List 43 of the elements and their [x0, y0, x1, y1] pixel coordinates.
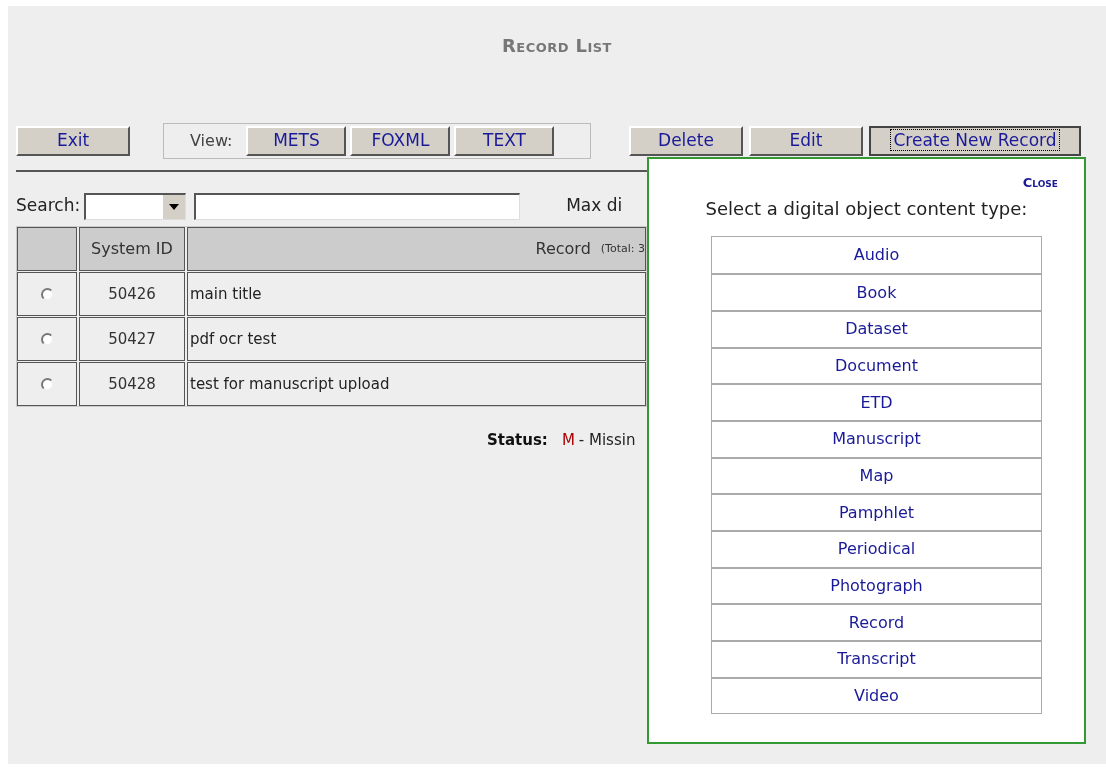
content-type-option[interactable]: Periodical: [712, 530, 1041, 567]
status-code: M: [561, 430, 575, 451]
status-description: - Missin: [578, 430, 636, 451]
row-radio[interactable]: [40, 287, 54, 301]
content-type-option[interactable]: Transcript: [712, 640, 1041, 677]
table-cell: 50426: [79, 272, 185, 316]
table-cell: test for manuscript upload: [187, 362, 646, 406]
table-cell: 50427: [79, 317, 185, 361]
content-type-option[interactable]: Record: [712, 603, 1041, 641]
content-type-option[interactable]: Audio: [712, 236, 1041, 274]
action-button[interactable]: Create New Record: [869, 126, 1081, 156]
search-input[interactable]: [194, 192, 521, 220]
content-type-option[interactable]: Video: [712, 676, 1041, 714]
content-type-option[interactable]: Map: [712, 456, 1041, 494]
search-field-dropdown[interactable]: [84, 192, 187, 220]
table-header-cell: System ID: [79, 227, 185, 271]
action-button[interactable]: Edit: [749, 126, 863, 156]
view-format-button[interactable]: FOXML: [350, 126, 451, 156]
table-cell: pdf ocr test: [187, 317, 646, 361]
view-format-button[interactable]: TEXT: [454, 126, 555, 156]
content-type-option[interactable]: Document: [712, 346, 1041, 384]
search-label: Search:: [16, 194, 81, 218]
action-button[interactable]: Delete: [629, 126, 743, 156]
content-type-option[interactable]: Photograph: [712, 566, 1041, 604]
record-column-title: Record: [535, 238, 591, 260]
row-radio[interactable]: [40, 332, 54, 346]
total-count: (Total: 3: [600, 240, 645, 257]
popup-prompt: Select a digital object content type:: [705, 196, 1028, 221]
view-label: View:: [190, 130, 233, 152]
content-type-option[interactable]: ETD: [712, 383, 1041, 420]
page-title: Record List: [502, 34, 612, 58]
content-type-option[interactable]: Pamphlet: [712, 493, 1041, 530]
max-display-label: Max di: [566, 194, 623, 218]
view-format-button[interactable]: METS: [246, 126, 347, 156]
content-type-option[interactable]: Dataset: [712, 309, 1041, 347]
close-link[interactable]: Close: [1022, 173, 1058, 193]
content-type-option[interactable]: Book: [712, 273, 1041, 310]
status-label: Status:: [487, 430, 548, 451]
table-cell: 50428: [79, 362, 185, 406]
row-radio[interactable]: [40, 377, 54, 391]
exit-button[interactable]: Exit: [16, 126, 130, 156]
table-cell: main title: [187, 272, 646, 316]
content-type-option[interactable]: Manuscript: [712, 419, 1041, 457]
